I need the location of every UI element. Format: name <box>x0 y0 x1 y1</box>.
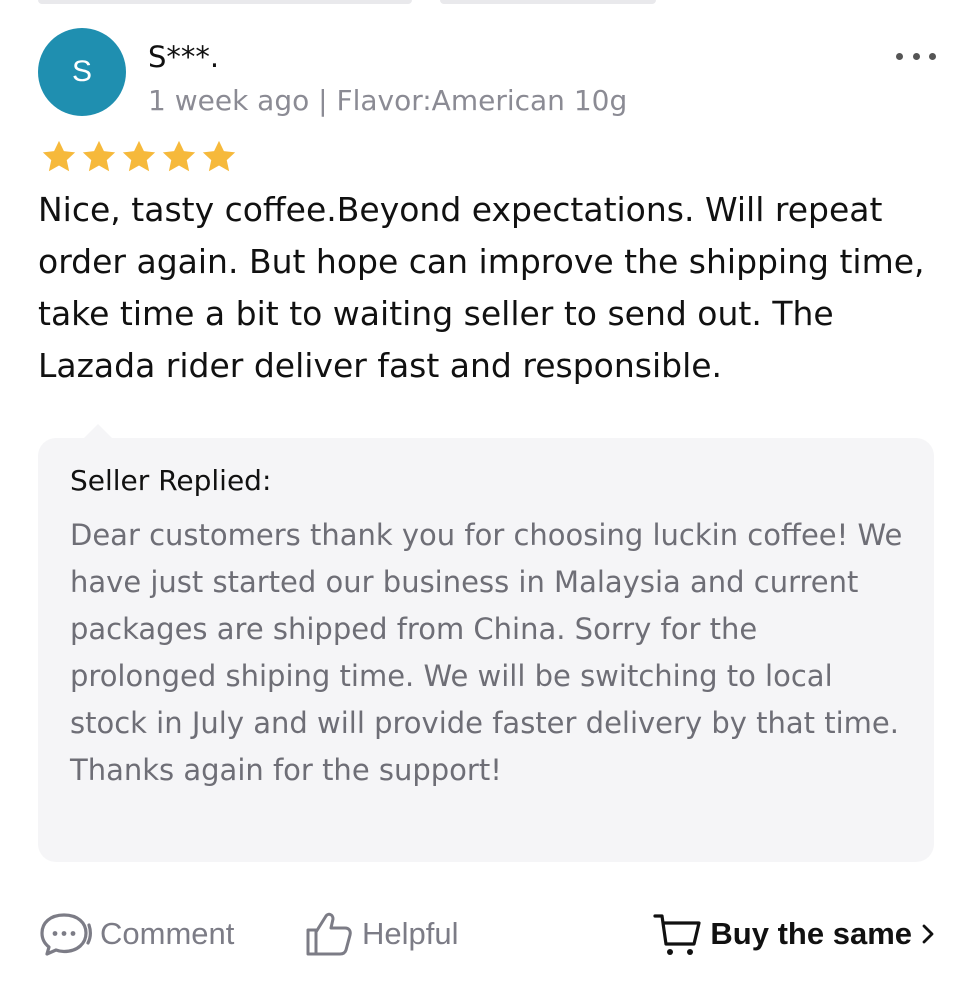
star-icon <box>202 140 236 172</box>
thumbs-up-icon <box>306 912 352 956</box>
reply-title: Seller Replied: <box>70 464 272 497</box>
dot <box>929 52 936 60</box>
review-meta: 1 week ago | Flavor:American 10g <box>148 84 628 117</box>
dot <box>912 52 920 60</box>
seller-reply: Seller Replied: Dear customers thank you… <box>38 424 934 862</box>
cart-icon <box>653 914 702 955</box>
star-icon <box>162 140 196 172</box>
reply-pointer <box>84 424 112 438</box>
helpful-label: Helpful <box>362 916 459 951</box>
avatar: S <box>38 28 126 116</box>
dot <box>896 52 903 60</box>
previous-card-edge <box>440 0 656 4</box>
chevron-right-icon <box>922 924 934 944</box>
comment-button[interactable]: Comment <box>38 906 234 962</box>
helpful-button[interactable]: Helpful <box>304 906 459 962</box>
star-rating <box>40 138 238 176</box>
buy-the-same-label: Buy the same <box>710 916 912 951</box>
review-actions: Comment Helpful Buy the same <box>38 906 936 962</box>
star-icon <box>42 140 76 172</box>
star-icon <box>122 140 156 172</box>
review-header: S S***. 1 week ago | Flavor:American 10g <box>38 28 936 128</box>
comment-label: Comment <box>100 916 235 951</box>
reply-text: Dear customers thank you for choosing lu… <box>70 518 903 787</box>
previous-card-edge <box>38 0 412 4</box>
more-dots-icon[interactable] <box>896 44 936 68</box>
buy-the-same-button[interactable]: Buy the same <box>652 906 936 962</box>
reviewer-name: S***. <box>148 40 220 74</box>
star-icon <box>82 140 116 172</box>
chat-bubble-icon <box>40 913 92 956</box>
review-text: Nice, tasty coffee.Beyond expectations. … <box>38 190 925 385</box>
